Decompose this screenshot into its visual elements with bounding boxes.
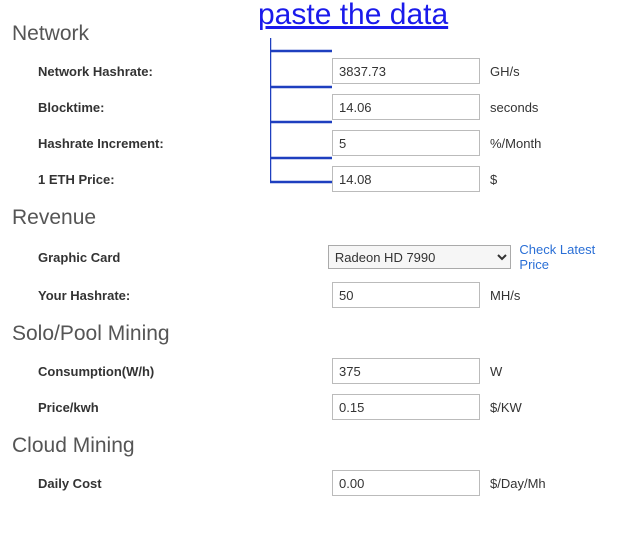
input-network-hashrate[interactable] <box>332 58 480 84</box>
unit-hashrate-increment: %/Month <box>490 136 541 151</box>
unit-consumption: W <box>490 364 502 379</box>
section-title-revenue: Revenue <box>12 206 627 230</box>
row-price-kwh: Price/kwh $/KW <box>12 394 627 420</box>
unit-blocktime: seconds <box>490 100 538 115</box>
label-eth-price: 1 ETH Price: <box>12 172 332 187</box>
row-hashrate-increment: Hashrate Increment: %/Month <box>12 130 627 156</box>
input-blocktime[interactable] <box>332 94 480 120</box>
row-eth-price: 1 ETH Price: $ <box>12 166 627 192</box>
label-price-kwh: Price/kwh <box>12 400 332 415</box>
unit-your-hashrate: MH/s <box>490 288 520 303</box>
unit-eth-price: $ <box>490 172 497 187</box>
input-consumption[interactable] <box>332 358 480 384</box>
input-daily-cost[interactable] <box>332 470 480 496</box>
row-daily-cost: Daily Cost $/Day/Mh <box>12 470 627 496</box>
input-hashrate-increment[interactable] <box>332 130 480 156</box>
label-blocktime: Blocktime: <box>12 100 332 115</box>
label-graphic-card: Graphic Card <box>12 250 328 265</box>
label-hashrate-increment: Hashrate Increment: <box>12 136 332 151</box>
row-blocktime: Blocktime: seconds <box>12 94 627 120</box>
input-your-hashrate[interactable] <box>332 282 480 308</box>
link-check-latest-price[interactable]: Check Latest Price <box>519 242 627 272</box>
label-daily-cost: Daily Cost <box>12 476 332 491</box>
annotation-paste-data: paste the data <box>258 0 448 32</box>
label-network-hashrate: Network Hashrate: <box>12 64 332 79</box>
row-consumption: Consumption(W/h) W <box>12 358 627 384</box>
section-title-cloud: Cloud Mining <box>12 434 627 458</box>
select-graphic-card[interactable]: Radeon HD 7990 <box>328 245 512 269</box>
label-consumption: Consumption(W/h) <box>12 364 332 379</box>
unit-network-hashrate: GH/s <box>490 64 520 79</box>
row-network-hashrate: Network Hashrate: GH/s <box>12 58 627 84</box>
input-price-kwh[interactable] <box>332 394 480 420</box>
unit-daily-cost: $/Day/Mh <box>490 476 546 491</box>
row-your-hashrate: Your Hashrate: MH/s <box>12 282 627 308</box>
input-eth-price[interactable] <box>332 166 480 192</box>
unit-price-kwh: $/KW <box>490 400 522 415</box>
label-your-hashrate: Your Hashrate: <box>12 288 332 303</box>
section-title-solo-pool: Solo/Pool Mining <box>12 322 627 346</box>
row-graphic-card: Graphic Card Radeon HD 7990 Check Latest… <box>12 242 627 272</box>
